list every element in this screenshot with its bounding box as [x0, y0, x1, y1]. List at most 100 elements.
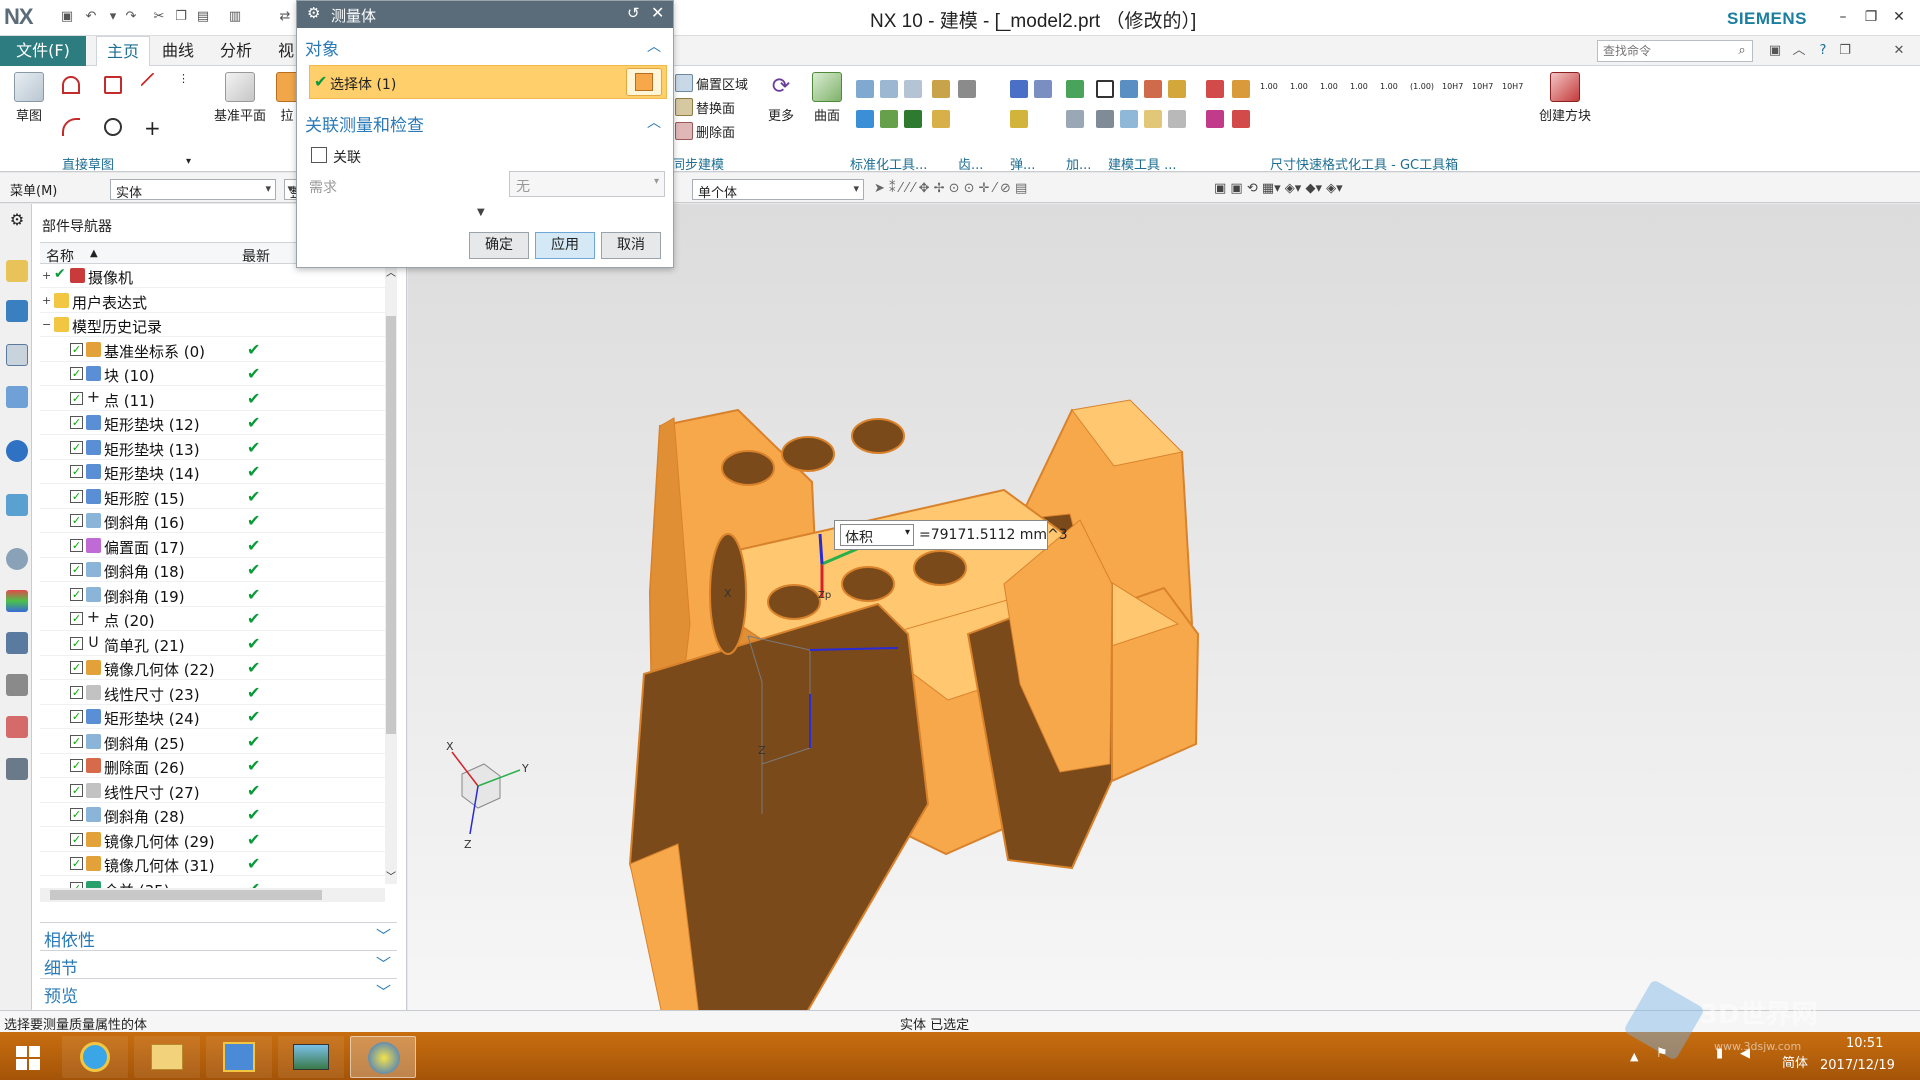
restore-button[interactable]: ❐ — [1858, 6, 1884, 28]
spring-tool-icon-2[interactable] — [1034, 80, 1052, 98]
feature-visibility-checkbox[interactable]: ✓ — [70, 367, 83, 380]
collapse-icon[interactable]: − — [42, 318, 52, 331]
navigator-horizontal-scrollbar[interactable] — [40, 888, 385, 902]
std-tool-icon-5[interactable] — [880, 110, 898, 128]
modeling-tool-icon-7[interactable] — [1144, 110, 1162, 128]
vertical-scroll-thumb[interactable] — [386, 316, 396, 734]
feature-visibility-checkbox[interactable]: ✓ — [70, 391, 83, 405]
column-latest-header[interactable]: 最新 — [242, 246, 270, 266]
std-tool-icon-3[interactable] — [904, 80, 922, 98]
machining-tool-icon-1[interactable] — [1066, 80, 1084, 98]
column-name-header[interactable]: 名称 — [46, 246, 74, 266]
tab-file[interactable]: 文件(F) — [0, 36, 86, 66]
system-scene-icon[interactable] — [6, 758, 28, 780]
feature-visibility-checkbox[interactable]: ✓ — [70, 710, 83, 723]
collapse-ribbon-icon[interactable]: ︿ — [1790, 42, 1808, 60]
taskbar-ie[interactable] — [62, 1036, 128, 1078]
feature-row[interactable]: ✓ U 简单孔 (21) ✔ — [40, 632, 385, 656]
hd3d-tools-icon[interactable] — [6, 440, 28, 462]
expand-icon[interactable]: + — [42, 269, 52, 282]
dim-chip-3[interactable]: 1.00 — [1320, 82, 1338, 91]
part-navigator-icon[interactable] — [6, 344, 28, 366]
std-tool-icon-1[interactable] — [856, 80, 874, 98]
feature-row[interactable]: ✓ 矩形垫块 (12) ✔ — [40, 411, 385, 435]
dim-chip-6[interactable]: (1.00) — [1410, 82, 1434, 91]
feature-visibility-checkbox[interactable]: ✓ — [70, 759, 83, 772]
feature-visibility-checkbox[interactable]: ✓ — [70, 612, 83, 625]
type-filter-select[interactable]: 实体 — [110, 179, 276, 201]
dialog-gear-icon[interactable]: ⚙ — [307, 4, 320, 22]
feature-visibility-checkbox[interactable]: ✓ — [70, 587, 83, 601]
modeling-tool-icon-3[interactable] — [1144, 80, 1162, 98]
sketch-more-icon[interactable]: ⋮ — [178, 72, 189, 85]
settings-gear-icon[interactable]: ⚙ — [6, 210, 28, 232]
dim-chip-8[interactable]: 10H7 — [1472, 82, 1493, 91]
ribbon-close-icon[interactable]: ✕ — [1890, 42, 1908, 60]
navigator-node-folder-open[interactable]: − 模型历史记录 — [40, 313, 385, 337]
close-button[interactable]: ✕ — [1886, 6, 1912, 28]
dim-tool-icon-3[interactable] — [1232, 80, 1250, 98]
dependencies-panel[interactable]: 相依性 ﹀ — [40, 922, 397, 951]
feature-row[interactable]: ✓ 基准坐标系 (0) ✔ — [40, 338, 385, 362]
3d-model-viewport[interactable]: Zp Z X X Y Z — [408, 204, 1920, 1030]
group-dropdown-icon[interactable]: ▾ — [186, 156, 191, 167]
copy-icon[interactable]: ❐ — [172, 8, 190, 26]
feature-visibility-checkbox[interactable]: ✓ — [70, 857, 83, 870]
feature-row[interactable]: ✓ 倒斜角 (28) ✔ — [40, 803, 385, 827]
menu-button[interactable]: 菜单(M) — [10, 180, 57, 199]
dialog-close-icon[interactable]: ✕ — [651, 3, 664, 22]
feature-row[interactable]: ✓ 块 (10) ✔ — [40, 362, 385, 386]
ok-button[interactable]: 确定 — [469, 232, 529, 259]
process-studio-icon[interactable] — [6, 632, 28, 654]
feature-row[interactable]: ✓ 删除面 (26) ✔ — [40, 754, 385, 778]
roles-icon[interactable] — [6, 716, 28, 738]
clock-time[interactable]: 10:51 — [1846, 1036, 1883, 1051]
tab-home[interactable]: 主页 — [96, 36, 151, 66]
modeling-tool-icon-5[interactable] — [1096, 110, 1114, 128]
delete-face-button[interactable]: 删除面 — [696, 122, 735, 141]
history-icon[interactable] — [6, 548, 28, 570]
undo-icon[interactable]: ↶ — [82, 8, 100, 26]
modeling-tool-icon-4[interactable] — [1168, 80, 1186, 98]
feature-row[interactable]: ✓ 倒斜角 (25) ✔ — [40, 730, 385, 754]
gear-tool-icon-3[interactable] — [932, 110, 950, 128]
sketch-button[interactable]: 草图 — [10, 72, 48, 124]
taskbar-app3[interactable] — [206, 1036, 272, 1078]
start-button[interactable] — [6, 1036, 52, 1078]
feature-row[interactable]: ✓ 倒斜角 (19) ✔ — [40, 583, 385, 607]
point-icon[interactable]: + — [144, 116, 161, 140]
save-icon[interactable]: ▣ — [58, 8, 76, 26]
section-associative[interactable]: 关联测量和检查 ︿ — [305, 111, 665, 136]
select-body-row[interactable]: ✔ 选择体 (1) — [309, 65, 667, 99]
assembly-navigator-icon[interactable] — [6, 260, 28, 282]
feature-visibility-checkbox[interactable]: ✓ — [70, 538, 83, 552]
arc-icon[interactable] — [62, 118, 80, 136]
feature-visibility-checkbox[interactable]: ✓ — [70, 636, 83, 650]
preview-panel[interactable]: 预览 ﹀ — [40, 978, 397, 1007]
tray-network-icon[interactable]: ▮ — [1716, 1046, 1723, 1061]
horizontal-scroll-thumb[interactable] — [50, 890, 322, 900]
feature-row[interactable]: ✓ 矩形垫块 (14) ✔ — [40, 460, 385, 484]
help-icon[interactable]: ? — [1814, 42, 1832, 60]
undo-dropdown-icon[interactable]: ▾ — [104, 8, 122, 26]
more-button[interactable]: ⟳ 更多 — [762, 72, 800, 124]
feature-visibility-checkbox[interactable]: ✓ — [70, 832, 83, 846]
system-materials-icon[interactable] — [6, 590, 28, 612]
dim-tool-icon-2[interactable] — [1206, 110, 1224, 128]
snap-point-toolbar[interactable]: ➤ ⁑ ⁄ ⁄ ⁄ ✥ ✢ ⊙ ⊙ ✛ ⁄ ⊘ ▤ — [874, 181, 1027, 196]
minimize-button[interactable]: – — [1830, 6, 1856, 28]
feature-visibility-checkbox[interactable]: ✓ — [70, 734, 83, 748]
feature-row[interactable]: ✓ 矩形垫块 (24) ✔ — [40, 705, 385, 729]
navigator-vertical-scrollbar[interactable]: ︿ ﹀ — [385, 264, 397, 884]
feature-visibility-checkbox[interactable]: ✓ — [70, 416, 83, 429]
cut-icon[interactable]: ✂ — [150, 8, 168, 26]
modeling-tool-icon-8[interactable] — [1168, 110, 1186, 128]
expand-icon[interactable]: + — [42, 294, 52, 307]
details-panel[interactable]: 细节 ﹀ — [40, 950, 397, 979]
datum-plane-button[interactable]: 基准平面 — [208, 72, 272, 124]
dim-chip-9[interactable]: 10H7 — [1502, 82, 1523, 91]
ribbon-options-icon[interactable]: ▣ — [1766, 42, 1784, 60]
dim-chip-2[interactable]: 1.00 — [1290, 82, 1308, 91]
ime-indicator[interactable]: 简体 — [1782, 1052, 1808, 1071]
tray-flag-icon[interactable]: ⚑ — [1656, 1046, 1668, 1061]
